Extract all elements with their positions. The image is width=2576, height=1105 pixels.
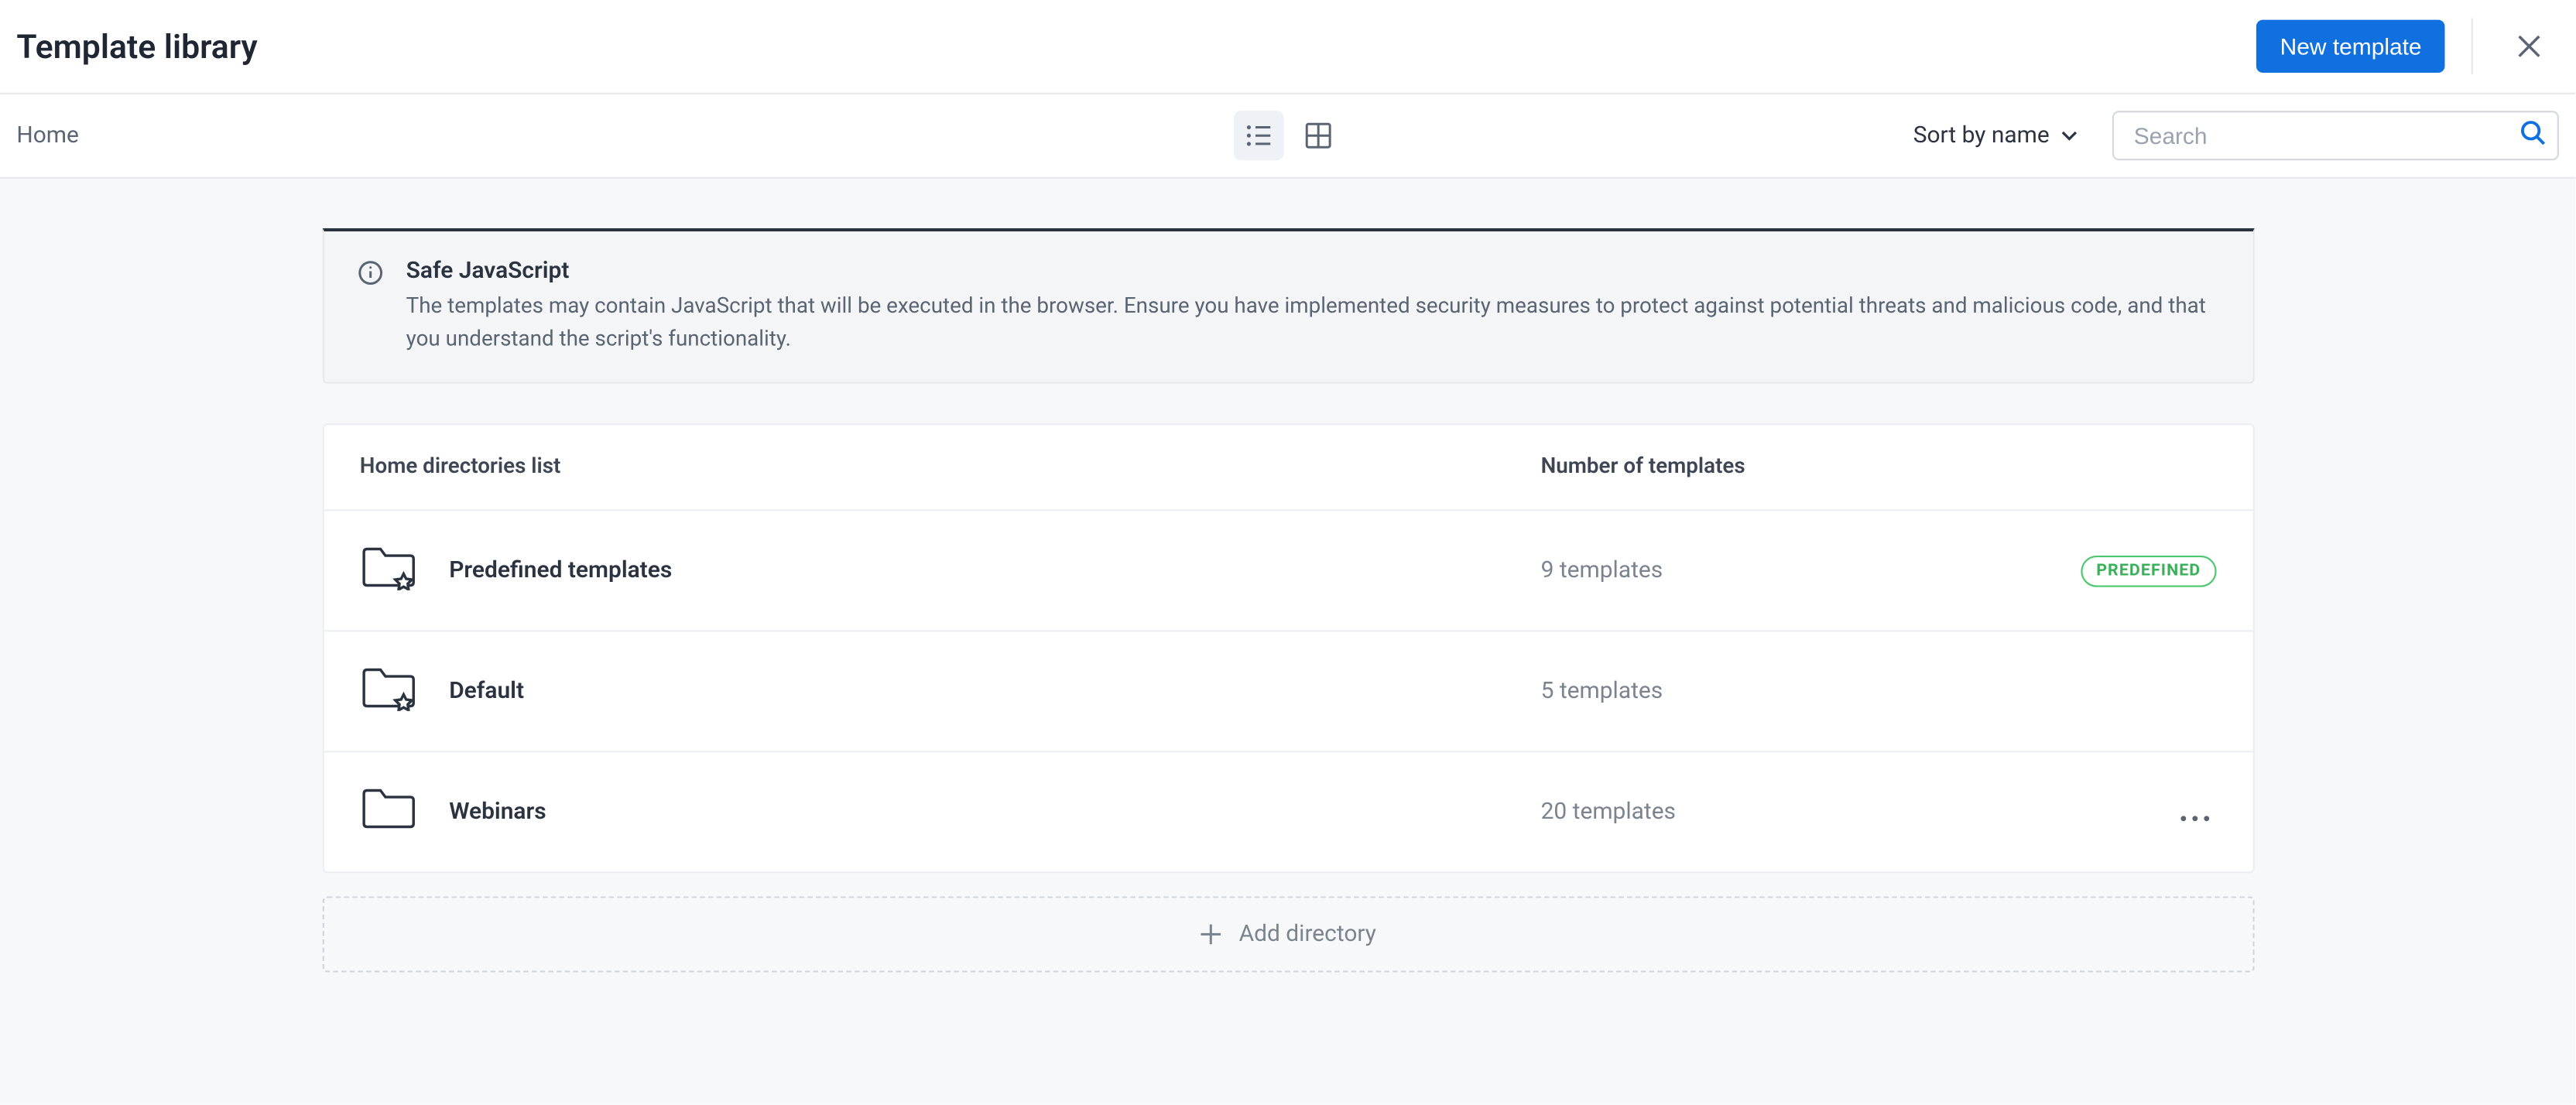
more-actions-button[interactable] [2173,789,2216,834]
directory-name: Webinars [449,799,546,825]
new-template-button[interactable]: New template [2257,20,2445,73]
sort-dropdown[interactable]: Sort by name [1913,122,2080,149]
folder-icon [360,665,416,717]
close-icon [2516,33,2542,60]
list-icon [1243,121,1273,150]
folder-icon [360,544,416,597]
divider [2472,19,2473,75]
table-row[interactable]: Default 5 templates [324,631,2252,752]
table-row[interactable]: Webinars 20 templates [324,752,2252,871]
alert-text: The templates may contain JavaScript tha… [406,291,2219,355]
add-directory-label: Add directory [1239,921,1376,947]
list-view-button[interactable] [1233,111,1283,160]
search-input[interactable] [2112,111,2559,160]
toolbar-right: Sort by name [1913,111,2559,160]
row-actions [2070,789,2215,834]
breadcrumb[interactable]: Home [16,122,79,149]
view-toggle [1233,111,1342,160]
more-horizontal-icon [2179,814,2208,821]
toolbar: Home [0,94,2575,179]
col-header-count: Number of templates [1541,455,2071,480]
directory-name: Default [449,678,524,704]
plus-icon [1199,922,1222,946]
search-field [2112,111,2559,160]
grid-icon [1303,121,1332,150]
page-title: Template library [16,26,257,66]
page-header: Template library New template [0,0,2575,94]
sort-label: Sort by name [1913,122,2050,149]
info-icon [357,260,383,356]
template-count: 20 templates [1541,799,2071,825]
template-count: 9 templates [1541,557,2071,583]
predefined-badge: PREDEFINED [2081,555,2216,587]
close-button[interactable] [2499,16,2559,76]
alert-title: Safe JavaScript [406,258,2219,284]
folder-icon [360,785,416,838]
template-count: 5 templates [1541,678,2071,704]
col-header-name: Home directories list [360,455,1541,480]
row-actions: PREDEFINED [2070,555,2215,587]
directory-name: Predefined templates [449,557,672,583]
search-icon[interactable] [2519,119,2546,152]
info-alert: Safe JavaScript The templates may contai… [322,228,2254,384]
grid-view-button[interactable] [1293,111,1342,160]
content-area: Safe JavaScript The templates may contai… [0,179,2575,1105]
header-actions: New template [2257,16,2559,76]
directories-table: Home directories list Number of template… [322,423,2254,873]
table-row[interactable]: Predefined templates 9 templates PREDEFINE… [324,511,2252,631]
chevron-down-icon [2060,125,2080,145]
add-directory-button[interactable]: Add directory [322,896,2254,972]
table-header: Home directories list Number of template… [324,425,2252,511]
